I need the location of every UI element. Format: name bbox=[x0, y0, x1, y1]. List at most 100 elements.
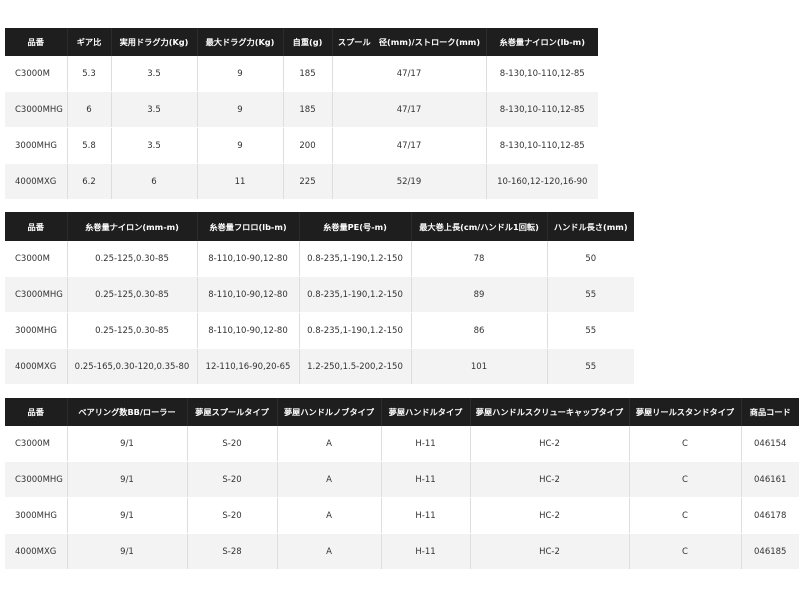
cell-nylon-mm: 0.25-125,0.30-85 bbox=[67, 241, 198, 277]
cell-handle-type: H-11 bbox=[381, 497, 471, 534]
cell-handle-length: 50 bbox=[547, 241, 634, 277]
header-spool-size: スプール 径(mm)/ストローク(mm) bbox=[332, 28, 487, 56]
cell-bearings: 9/1 bbox=[67, 426, 188, 462]
cell-screw-cap-type: HC-2 bbox=[470, 533, 630, 570]
cell-max-drag: 9 bbox=[197, 127, 284, 164]
cell-spool-size: 47/17 bbox=[332, 91, 487, 128]
cell-gear-ratio: 6.2 bbox=[67, 163, 112, 200]
cell-weight: 225 bbox=[283, 163, 333, 200]
cell-reel-stand-type: C bbox=[629, 461, 742, 498]
header-item-code: 商品コード bbox=[741, 398, 799, 426]
table-row: 4000MXG 9/1 S-28 A H-11 HC-2 C 046185 bbox=[5, 533, 799, 570]
cell-knob-type: A bbox=[277, 461, 382, 498]
header-fluoro-lb: 糸巻量フロロ(lb-m) bbox=[197, 212, 300, 241]
cell-max-retrieve: 78 bbox=[411, 241, 548, 277]
cell-fluoro-lb: 8-110,10-90,12-80 bbox=[197, 312, 300, 349]
header-spool-type: 夢屋スプールタイプ bbox=[187, 398, 278, 426]
cell-max-retrieve: 101 bbox=[411, 348, 548, 385]
cell-pe: 0.8-235,1-190,1.2-150 bbox=[299, 241, 412, 277]
cell-practical-drag: 3.5 bbox=[111, 56, 198, 92]
cell-handle-type: H-11 bbox=[381, 426, 471, 462]
cell-handle-type: H-11 bbox=[381, 533, 471, 570]
cell-product-code: C3000M bbox=[5, 56, 68, 92]
cell-knob-type: A bbox=[277, 533, 382, 570]
cell-knob-type: A bbox=[277, 426, 382, 462]
header-pe: 糸巻量PE(号-m) bbox=[299, 212, 412, 241]
header-nylon-lb: 糸巻量ナイロン(lb-m) bbox=[486, 28, 598, 56]
cell-bearings: 9/1 bbox=[67, 461, 188, 498]
cell-spool-type: S-20 bbox=[187, 461, 278, 498]
cell-item-code: 046185 bbox=[741, 533, 799, 570]
cell-pe: 0.8-235,1-190,1.2-150 bbox=[299, 276, 412, 313]
header-product-code: 品番 bbox=[5, 212, 68, 241]
header-product-code: 品番 bbox=[5, 28, 68, 56]
table-row: C3000MHG 0.25-125,0.30-85 8-110,10-90,12… bbox=[5, 276, 634, 313]
cell-spool-size: 47/17 bbox=[332, 127, 487, 164]
cell-product-code: 3000MHG bbox=[5, 312, 68, 349]
cell-screw-cap-type: HC-2 bbox=[470, 497, 630, 534]
cell-spool-type: S-20 bbox=[187, 426, 278, 462]
cell-screw-cap-type: HC-2 bbox=[470, 426, 630, 462]
header-max-retrieve: 最大巻上長(cm/ハンドル1回転) bbox=[411, 212, 548, 241]
cell-item-code: 046178 bbox=[741, 497, 799, 534]
header-bearings: ベアリング数BB/ローラー bbox=[67, 398, 188, 426]
table-row: C3000M 0.25-125,0.30-85 8-110,10-90,12-8… bbox=[5, 241, 634, 277]
cell-product-code: 4000MXG bbox=[5, 163, 68, 200]
header-weight: 自重(g) bbox=[283, 28, 333, 56]
header-handle-type: 夢屋ハンドルタイプ bbox=[381, 398, 471, 426]
cell-max-drag: 9 bbox=[197, 56, 284, 92]
cell-product-code: C3000M bbox=[5, 241, 68, 277]
cell-bearings: 9/1 bbox=[67, 533, 188, 570]
header-nylon-mm: 糸巻量ナイロン(mm-m) bbox=[67, 212, 198, 241]
cell-item-code: 046154 bbox=[741, 426, 799, 462]
cell-weight: 200 bbox=[283, 127, 333, 164]
table-row: 3000MHG 0.25-125,0.30-85 8-110,10-90,12-… bbox=[5, 312, 634, 349]
cell-reel-stand-type: C bbox=[629, 533, 742, 570]
header-screw-cap-type: 夢屋ハンドルスクリューキャップタイプ bbox=[470, 398, 630, 426]
header-gear-ratio: ギア比 bbox=[67, 28, 112, 56]
table-header-row: 品番 ギア比 実用ドラグ力(Kg) 最大ドラグ力(Kg) 自重(g) スプール … bbox=[5, 28, 598, 56]
cell-handle-type: H-11 bbox=[381, 461, 471, 498]
cell-product-code: C3000MHG bbox=[5, 276, 68, 313]
spec-table-line-capacity: 品番 糸巻量ナイロン(mm-m) 糸巻量フロロ(lb-m) 糸巻量PE(号-m)… bbox=[5, 212, 634, 385]
cell-spool-size: 52/19 bbox=[332, 163, 487, 200]
cell-spool-type: S-28 bbox=[187, 533, 278, 570]
cell-product-code: 3000MHG bbox=[5, 127, 68, 164]
cell-reel-stand-type: C bbox=[629, 426, 742, 462]
table-row: 3000MHG 9/1 S-20 A H-11 HC-2 C 046178 bbox=[5, 497, 799, 534]
cell-max-retrieve: 89 bbox=[411, 276, 548, 313]
cell-nylon-lb: 8-130,10-110,12-85 bbox=[486, 127, 598, 164]
cell-reel-stand-type: C bbox=[629, 497, 742, 534]
cell-practical-drag: 3.5 bbox=[111, 127, 198, 164]
table-row: C3000M 5.3 3.5 9 185 47/17 8-130,10-110,… bbox=[5, 56, 598, 92]
cell-spool-size: 47/17 bbox=[332, 56, 487, 92]
cell-item-code: 046161 bbox=[741, 461, 799, 498]
cell-product-code: C3000MHG bbox=[5, 461, 68, 498]
cell-nylon-mm: 0.25-125,0.30-85 bbox=[67, 276, 198, 313]
cell-max-drag: 11 bbox=[197, 163, 284, 200]
cell-bearings: 9/1 bbox=[67, 497, 188, 534]
table-row: C3000MHG 6 3.5 9 185 47/17 8-130,10-110,… bbox=[5, 91, 598, 128]
cell-handle-length: 55 bbox=[547, 276, 634, 313]
header-knob-type: 夢屋ハンドルノブタイプ bbox=[277, 398, 382, 426]
cell-practical-drag: 6 bbox=[111, 163, 198, 200]
header-product-code: 品番 bbox=[5, 398, 68, 426]
cell-max-retrieve: 86 bbox=[411, 312, 548, 349]
table-row: C3000M 9/1 S-20 A H-11 HC-2 C 046154 bbox=[5, 426, 799, 462]
table-row: 4000MXG 6.2 6 11 225 52/19 10-160,12-120… bbox=[5, 163, 598, 200]
cell-weight: 185 bbox=[283, 56, 333, 92]
table-row: 3000MHG 5.8 3.5 9 200 47/17 8-130,10-110… bbox=[5, 127, 598, 164]
cell-handle-length: 55 bbox=[547, 312, 634, 349]
cell-product-code: 3000MHG bbox=[5, 497, 68, 534]
cell-fluoro-lb: 12-110,16-90,20-65 bbox=[197, 348, 300, 385]
cell-gear-ratio: 5.8 bbox=[67, 127, 112, 164]
cell-gear-ratio: 6 bbox=[67, 91, 112, 128]
cell-fluoro-lb: 8-110,10-90,12-80 bbox=[197, 276, 300, 313]
header-handle-length: ハンドル長さ(mm) bbox=[547, 212, 634, 241]
header-practical-drag: 実用ドラグ力(Kg) bbox=[111, 28, 198, 56]
cell-product-code: 4000MXG bbox=[5, 533, 68, 570]
cell-product-code: C3000M bbox=[5, 426, 68, 462]
header-max-drag: 最大ドラグ力(Kg) bbox=[197, 28, 284, 56]
cell-nylon-lb: 8-130,10-110,12-85 bbox=[486, 56, 598, 92]
cell-screw-cap-type: HC-2 bbox=[470, 461, 630, 498]
